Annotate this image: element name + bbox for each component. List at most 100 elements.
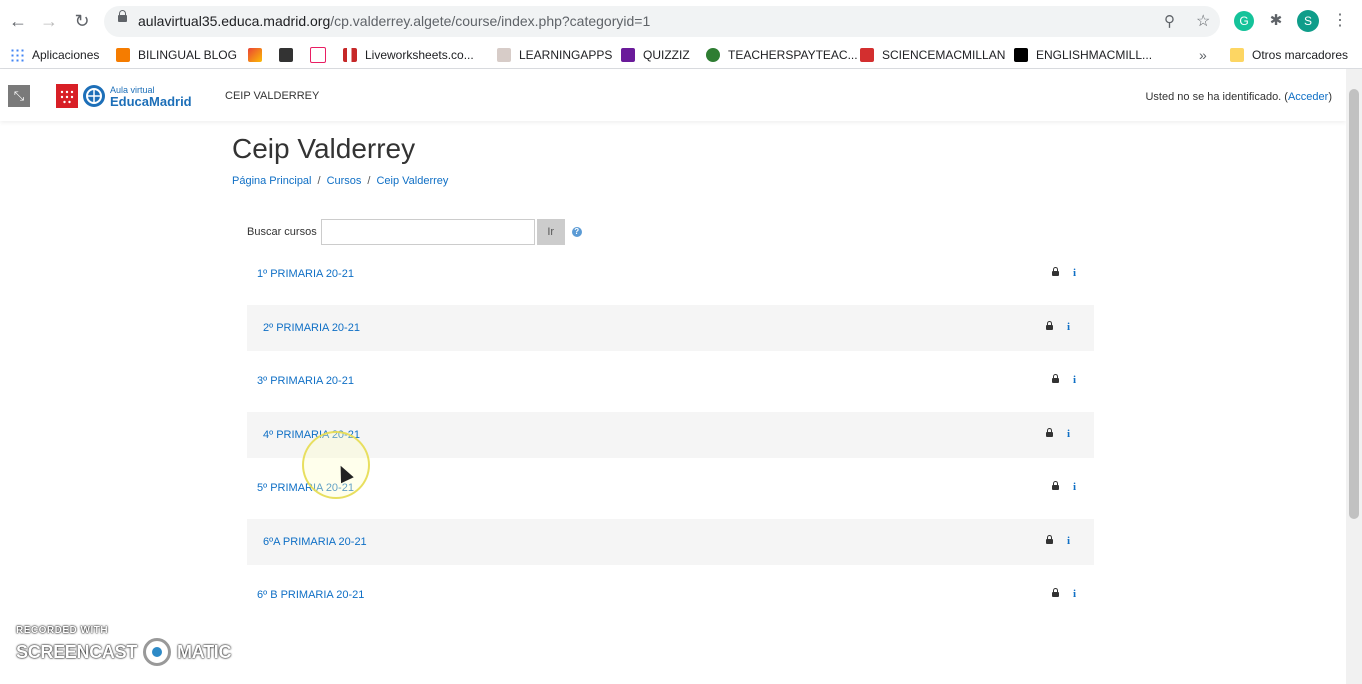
tpt-icon xyxy=(706,48,720,62)
menu-icon[interactable]: ⋮ xyxy=(1330,11,1350,31)
bookmarks-bar: Aplicaciones BILINGUAL BLOG Liveworkshee… xyxy=(0,42,1362,69)
bookmark-teacherspayteachers[interactable]: TEACHERSPAYTEAC... xyxy=(706,46,858,64)
course-row: 3º PRIMARIA 20-21 i xyxy=(247,358,1094,404)
bookmark-label: Aplicaciones xyxy=(32,48,100,62)
watermark-left: SCREENCAST xyxy=(16,641,138,662)
course-link-6[interactable]: 6ºA PRIMARIA 20-21 xyxy=(263,536,367,548)
screencast-logo-icon xyxy=(143,638,172,666)
more-bookmarks-button[interactable]: » xyxy=(1199,46,1207,64)
extensions-icon[interactable]: ✱ xyxy=(1266,11,1286,31)
bookmark-label: LEARNINGAPPS xyxy=(519,48,613,62)
course-link-2[interactable]: 2º PRIMARIA 20-21 xyxy=(263,322,360,334)
bookmark-favicon-icon xyxy=(279,48,293,62)
page-title: Ceip Valderrey xyxy=(232,133,416,164)
help-icon[interactable]: ? xyxy=(571,227,582,237)
search-input[interactable] xyxy=(320,219,535,245)
bookmark-2[interactable] xyxy=(279,46,301,64)
course-link-3[interactable]: 3º PRIMARIA 20-21 xyxy=(257,375,354,387)
expand-icon[interactable]: ⤡ xyxy=(8,85,30,107)
course-row: 6ºA PRIMARIA 20-21 i xyxy=(247,518,1094,565)
info-icon[interactable]: i xyxy=(1073,374,1076,386)
watermark-brand: SCREENCAST MATIC xyxy=(16,638,231,666)
login-link[interactable]: Acceder xyxy=(1288,91,1328,103)
lock-icon xyxy=(1046,534,1053,544)
back-icon[interactable]: ← xyxy=(8,11,28,31)
watermark-right: MATIC xyxy=(177,641,232,662)
browser-toolbar: ← → ↻ aulavirtual35.educa.madrid.org/cp.… xyxy=(0,0,1362,42)
bookmark-quizziz[interactable]: QUIZZIZ xyxy=(621,46,690,64)
bookmark-englishmacmillan[interactable]: ENGLISHMACMILL... xyxy=(1014,46,1152,64)
macmillan-english-icon xyxy=(1014,48,1028,62)
lock-icon xyxy=(118,10,127,22)
other-bookmarks[interactable]: Otros marcadores xyxy=(1230,46,1348,64)
reload-icon[interactable]: ↻ xyxy=(72,11,92,31)
lock-icon xyxy=(1052,374,1059,383)
bookmark-apps[interactable]: Aplicaciones xyxy=(10,46,99,64)
bookmark-liveworksheets[interactable]: Liveworksheets.co... xyxy=(343,46,474,64)
course-search: Buscar cursos Ir ? xyxy=(247,219,582,245)
login-close: ) xyxy=(1328,91,1332,103)
grammarly-icon[interactable]: G xyxy=(1234,11,1254,31)
info-icon[interactable]: i xyxy=(1067,428,1070,440)
lock-icon xyxy=(1052,588,1059,597)
breadcrumb-category[interactable]: Ceip Valderrey xyxy=(376,175,448,187)
info-icon[interactable]: i xyxy=(1067,535,1070,547)
wordreference-icon xyxy=(310,47,326,63)
educamadrid-logo[interactable]: Aula virtual EducaMadrid xyxy=(56,83,212,109)
liveworksheets-icon xyxy=(343,48,357,62)
login-info: Usted no se ha identificado. (Acceder) xyxy=(1145,91,1332,103)
breadcrumb-separator: / xyxy=(317,175,321,187)
url-path: /cp.valderrey.algete/course/index.php?ca… xyxy=(330,13,651,29)
bookmark-learningapps[interactable]: LEARNINGAPPS xyxy=(497,46,612,64)
lock-icon xyxy=(1052,267,1059,276)
info-icon[interactable]: i xyxy=(1073,481,1076,493)
forward-icon[interactable]: → xyxy=(39,11,59,31)
url-text[interactable]: aulavirtual35.educa.madrid.org/cp.valder… xyxy=(138,13,650,29)
url-domain: aulavirtual35.educa.madrid.org xyxy=(138,13,331,29)
bookmark-gmail[interactable] xyxy=(248,46,270,64)
breadcrumb-home[interactable]: Página Principal xyxy=(232,175,312,187)
course-row: 4º PRIMARIA 20-21 i xyxy=(247,411,1094,458)
page-content: ⤡ Aula virtual EducaMadrid CEIP VALDERRE… xyxy=(0,69,1346,684)
screencast-watermark: RECORDED WITH SCREENCAST MATIC xyxy=(16,625,231,666)
profile-avatar[interactable]: S xyxy=(1297,10,1319,32)
blogger-icon xyxy=(116,48,130,62)
lock-icon xyxy=(1052,481,1059,490)
course-row: 6º B PRIMARIA 20-21 i xyxy=(247,572,1094,618)
bookmark-wordreference[interactable] xyxy=(310,46,334,64)
course-link-7[interactable]: 6º B PRIMARIA 20-21 xyxy=(257,589,364,601)
address-bar[interactable]: aulavirtual35.educa.madrid.org/cp.valder… xyxy=(104,6,1220,37)
learningapps-icon xyxy=(497,48,511,62)
bookmark-label: Otros marcadores xyxy=(1252,48,1349,62)
breadcrumb-courses[interactable]: Cursos xyxy=(327,175,362,187)
info-icon[interactable]: i xyxy=(1073,267,1076,279)
vertical-scrollbar[interactable] xyxy=(1346,69,1362,684)
macmillan-icon xyxy=(860,48,874,62)
logo-line2: EducaMadrid xyxy=(110,94,192,109)
info-icon[interactable]: i xyxy=(1073,588,1076,600)
search-label: Buscar cursos xyxy=(247,226,317,238)
site-header: ⤡ Aula virtual EducaMadrid CEIP VALDERRE… xyxy=(0,69,1346,121)
cursor-highlight xyxy=(302,431,370,499)
gmail-icon xyxy=(248,48,262,62)
bookmark-label: Liveworksheets.co... xyxy=(365,48,474,62)
info-icon[interactable]: i xyxy=(1067,321,1070,333)
bookmark-label: TEACHERSPAYTEAC... xyxy=(728,48,858,62)
bookmark-label: SCIENCEMACMILLAN xyxy=(882,48,1006,62)
site-name[interactable]: CEIP VALDERREY xyxy=(225,90,319,102)
quizziz-icon xyxy=(621,48,635,62)
bookmark-label: BILINGUAL BLOG xyxy=(138,48,237,62)
watermark-line1: RECORDED WITH xyxy=(16,625,109,636)
bookmark-bilingual-blog[interactable]: BILINGUAL BLOG xyxy=(116,46,237,64)
lock-icon xyxy=(1046,427,1053,437)
course-link-1[interactable]: 1º PRIMARIA 20-21 xyxy=(257,268,354,280)
zoom-icon[interactable]: ⚲ xyxy=(1164,12,1175,30)
scrollbar-thumb[interactable] xyxy=(1349,89,1359,519)
course-row: 5º PRIMARIA 20-21 i xyxy=(247,465,1094,511)
star-icon[interactable]: ☆ xyxy=(1196,11,1210,31)
bookmark-sciencemacmillan[interactable]: SCIENCEMACMILLAN xyxy=(860,46,1005,64)
course-row: 1º PRIMARIA 20-21 i xyxy=(247,251,1094,297)
search-button[interactable]: Ir xyxy=(536,219,565,245)
breadcrumb-separator: / xyxy=(367,175,371,187)
lock-icon xyxy=(1046,320,1053,330)
